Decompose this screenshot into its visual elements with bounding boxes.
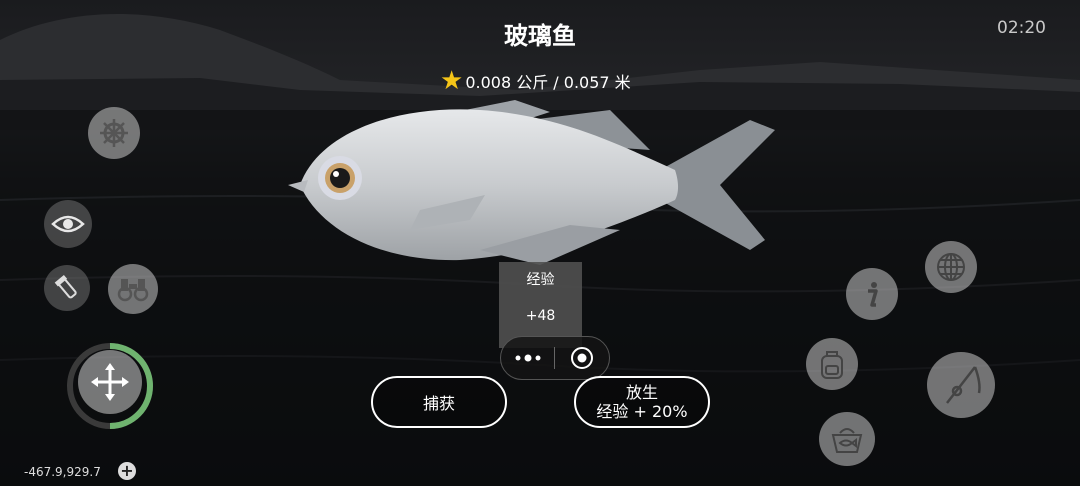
cast-rod-button[interactable]	[927, 352, 995, 418]
fishing-rod-icon	[946, 366, 981, 404]
inventory-button[interactable]	[806, 338, 858, 390]
fish-basket-icon	[831, 428, 863, 453]
game-scene: 玻璃鱼 02:20 ★ 0.008 公斤 / 0.057 米 -467.9,92…	[0, 0, 1080, 486]
ship-wheel-icon	[100, 119, 128, 147]
flashlight-icon	[54, 274, 77, 299]
move-arrows-icon	[91, 363, 129, 401]
xp-label: 经验	[526, 272, 555, 288]
fish-keepnet-button[interactable]	[819, 412, 875, 466]
clock: 02:20	[997, 18, 1046, 38]
info-icon	[868, 282, 878, 307]
more-dots-icon	[515, 354, 540, 362]
xp-value: +48	[525, 308, 556, 324]
flashlight-button[interactable]	[44, 265, 90, 311]
coordinates-readout: -467.9,929.7	[24, 465, 101, 479]
release-fish-button[interactable]: 放生 经验 + 20%	[574, 376, 710, 428]
miniapp-capsule	[500, 336, 610, 380]
keep-label: 捕获	[422, 394, 455, 413]
release-bonus: 经验 + 20%	[596, 402, 688, 421]
fish-name-title: 玻璃鱼	[504, 22, 576, 50]
close-capsule-button[interactable]	[555, 346, 608, 370]
move-joystick[interactable]	[78, 350, 142, 414]
info-button[interactable]	[846, 268, 898, 320]
globe-icon	[937, 253, 965, 281]
backpack-icon	[821, 351, 843, 379]
eye-icon	[51, 215, 85, 233]
map-button[interactable]	[925, 241, 977, 293]
helm-button[interactable]	[88, 107, 140, 159]
keep-fish-button[interactable]: 捕获	[371, 376, 507, 428]
binoculars-icon	[117, 279, 149, 302]
target-circle-icon	[570, 347, 593, 369]
view-button[interactable]	[44, 200, 92, 248]
release-label: 放生	[625, 383, 658, 402]
fish-image	[288, 100, 775, 265]
more-button[interactable]	[501, 354, 554, 362]
add-marker-button[interactable]: +	[118, 462, 136, 480]
binoculars-button[interactable]	[108, 264, 158, 314]
